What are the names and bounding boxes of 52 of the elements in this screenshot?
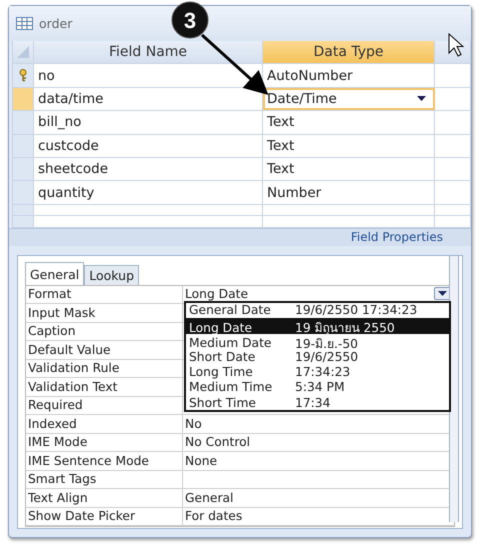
property-name: Validation Rule (26, 360, 183, 378)
data-type-cell[interactable]: Date/Time (267, 90, 337, 107)
format-option[interactable]: Short Date 19/6/2550 (186, 348, 449, 364)
key-icon (19, 69, 27, 82)
data-type-cell[interactable]: Number (267, 184, 322, 201)
field-name-cell[interactable]: bill_no (34, 111, 263, 134)
table-icon (16, 17, 33, 30)
format-option[interactable]: Medium Time 5:34 PM (186, 380, 449, 396)
property-name: Text Align (26, 489, 183, 507)
property-name: Format (26, 286, 183, 304)
property-name: Smart Tags (26, 470, 183, 488)
data-type-cell[interactable]: AutoNumber (267, 68, 353, 84)
field-name-cell[interactable]: custcode (34, 134, 263, 157)
property-tab[interactable]: Lookup (84, 264, 140, 285)
property-value[interactable]: No Control (185, 435, 250, 450)
dropdown-arrow-icon[interactable] (417, 96, 426, 102)
field-name-cell[interactable]: quantity (34, 181, 263, 204)
dropdown-arrow-icon (438, 290, 447, 296)
select-all-corner-icon[interactable] (16, 45, 30, 60)
property-name: Caption (26, 322, 183, 340)
field-name-cell[interactable]: data/time (34, 88, 263, 110)
data-type-cell[interactable]: Text (267, 161, 294, 178)
property-tab[interactable]: General (25, 262, 84, 285)
property-name: Validation Text (26, 378, 183, 396)
scroll-bar[interactable] (449, 256, 459, 522)
field-name-cell[interactable]: sheetcode (34, 158, 263, 180)
window-title: order (39, 16, 72, 31)
format-option[interactable]: Long Time 17:34:23 (186, 364, 449, 380)
property-name: IME Mode (26, 434, 183, 452)
property-name: Default Value (26, 341, 183, 359)
data-type-cell[interactable]: Text (267, 114, 294, 130)
data-type-cell[interactable]: Text (267, 138, 294, 154)
format-option[interactable]: Long Date 19 มิถุนายน 2550 (186, 318, 449, 334)
property-value[interactable]: For dates (185, 509, 242, 524)
format-option[interactable]: Short Time 17:34 (186, 395, 449, 410)
format-option[interactable]: Medium Date 19-มิ.ย.-50 (186, 334, 449, 349)
column-header[interactable]: Data Type (263, 41, 435, 64)
column-header[interactable]: Field Name (34, 41, 263, 64)
property-value[interactable]: General (185, 490, 234, 505)
field-properties-label: Field Properties (9, 228, 471, 246)
property-name: Required (26, 396, 183, 414)
property-value[interactable]: None (185, 454, 218, 468)
format-option[interactable]: General Date 19/6/2550 17:34:23 (186, 302, 449, 318)
field-name-cell[interactable]: no (34, 64, 263, 87)
row-selector[interactable] (13, 64, 34, 87)
property-name: Show Date Picker (26, 508, 183, 526)
mouse-pointer-icon (448, 33, 464, 57)
property-value[interactable]: Long Date (185, 287, 248, 302)
property-name: IME Sentence Mode (26, 452, 183, 470)
property-value[interactable]: No (185, 416, 202, 431)
property-name: Indexed (26, 415, 183, 433)
property-name: Input Mask (26, 304, 183, 322)
